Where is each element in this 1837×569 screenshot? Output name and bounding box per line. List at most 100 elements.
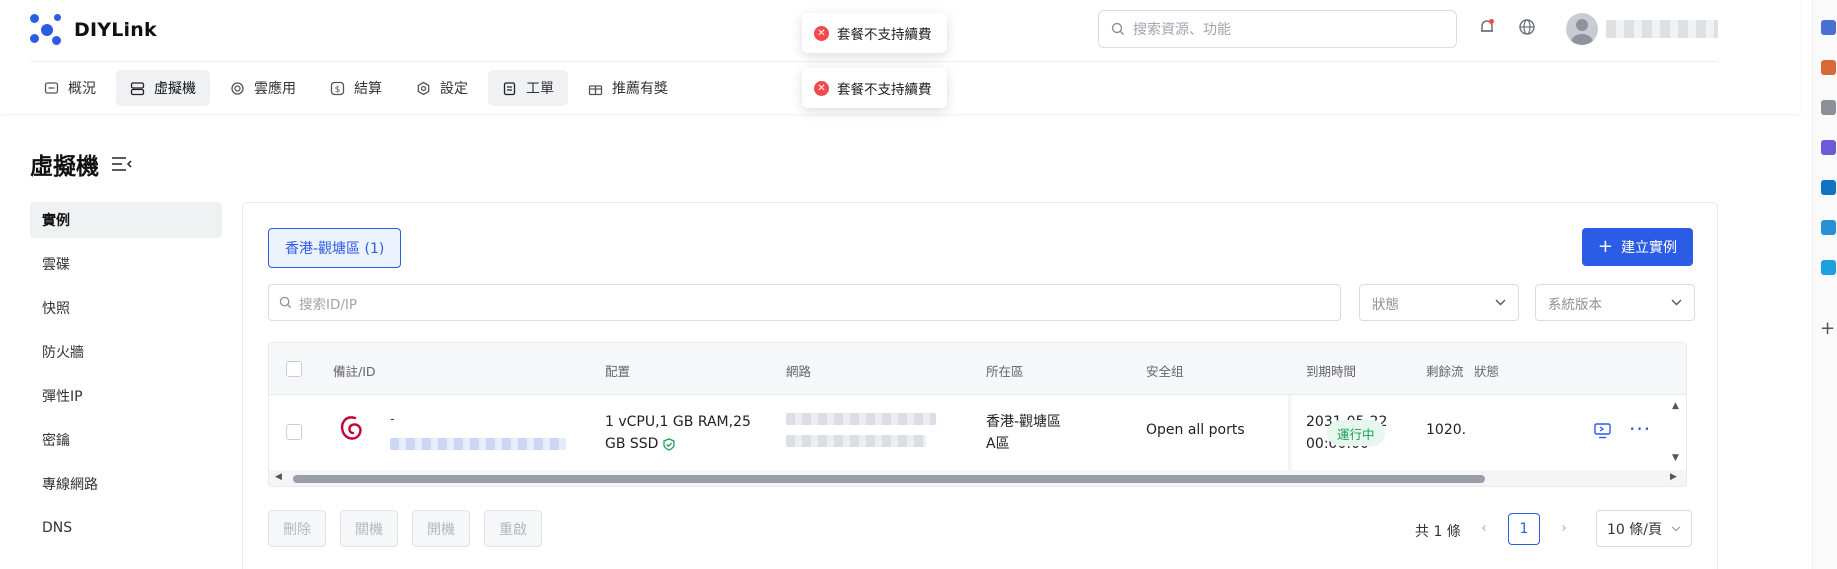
side-item-instances[interactable]: 實例 bbox=[30, 202, 222, 238]
status-badge: 運行中 bbox=[1327, 420, 1385, 446]
bell-icon[interactable] bbox=[1476, 16, 1498, 38]
menu-collapse-icon[interactable] bbox=[111, 155, 133, 173]
side-item-label: 實例 bbox=[42, 213, 70, 229]
copilot-icon[interactable] bbox=[1821, 140, 1836, 155]
logo-icon bbox=[30, 14, 64, 46]
error-toast: ✕ 套餐不支持續費 bbox=[802, 68, 947, 108]
security-group[interactable]: Open all ports bbox=[1146, 422, 1245, 438]
delete-button[interactable]: 刪除 bbox=[268, 510, 326, 547]
main-nav: 概況 虛擬機 雲應用 $ 結算 設定 工單 推薦有獎 bbox=[30, 70, 682, 106]
instance-zone: 香港-觀塘區 A區 bbox=[986, 411, 1061, 455]
column-header: 配置 bbox=[605, 364, 631, 379]
horizontal-scrollbar[interactable]: ◀ ▶ bbox=[269, 470, 1686, 486]
outlook-icon[interactable] bbox=[1821, 180, 1836, 195]
avatar[interactable] bbox=[1566, 13, 1598, 45]
status-select[interactable]: 狀態 bbox=[1359, 284, 1519, 321]
skype-icon[interactable] bbox=[1821, 260, 1836, 275]
instance-search-placeholder: 搜索ID/IP bbox=[299, 296, 358, 313]
username-redacted[interactable] bbox=[1606, 20, 1718, 38]
column-header: 到期時間 bbox=[1306, 364, 1357, 379]
chevron-down-icon bbox=[1671, 299, 1682, 306]
nav-item-overview[interactable]: 概況 bbox=[30, 70, 110, 106]
nav-item-billing[interactable]: $ 結算 bbox=[316, 70, 396, 106]
nav-item-label: 推薦有獎 bbox=[612, 81, 668, 97]
create-instance-button[interactable]: + 建立實例 bbox=[1581, 228, 1693, 266]
column-header: 網路 bbox=[786, 364, 812, 379]
search-icon bbox=[1111, 22, 1124, 35]
briefcase-icon[interactable] bbox=[1821, 60, 1836, 75]
header-divider bbox=[30, 61, 1717, 62]
side-item-label: 防火牆 bbox=[42, 345, 84, 361]
instances-card: 香港-觀塘區 (1) + 建立實例 搜索ID/IP 狀態 系統版本 備註/ID … bbox=[242, 202, 1718, 569]
side-item-private-network[interactable]: 專線網路 bbox=[30, 466, 222, 502]
os-version-select[interactable]: 系統版本 bbox=[1535, 284, 1695, 321]
config-line: GB SSD bbox=[605, 436, 659, 452]
side-item-label: 專線網路 bbox=[42, 477, 98, 493]
shutdown-button[interactable]: 關機 bbox=[340, 510, 398, 547]
search-icon bbox=[279, 296, 292, 309]
scrollbar-thumb[interactable] bbox=[293, 475, 1485, 483]
remote-console-icon[interactable] bbox=[1594, 423, 1611, 439]
scroll-up-arrow-icon[interactable]: ▲ bbox=[1672, 401, 1679, 411]
nav-item-vm[interactable]: 虛擬機 bbox=[116, 70, 210, 106]
side-item-disks[interactable]: 雲碟 bbox=[30, 246, 222, 282]
ticket-icon bbox=[503, 81, 516, 95]
zone-line: 香港-觀塘區 bbox=[986, 414, 1062, 430]
nav-item-label: 設定 bbox=[440, 81, 468, 97]
plus-icon: + bbox=[1597, 236, 1613, 257]
logo[interactable]: DIYLink bbox=[30, 14, 157, 46]
globe-icon[interactable] bbox=[1516, 16, 1538, 38]
region-tab[interactable]: 香港-觀塘區 (1) bbox=[268, 228, 402, 268]
app-name: DIYLink bbox=[74, 19, 157, 41]
side-item-keys[interactable]: 密鑰 bbox=[30, 422, 222, 458]
scroll-down-arrow-icon[interactable]: ▼ bbox=[1672, 453, 1679, 463]
os-version-select-value: 系統版本 bbox=[1548, 296, 1602, 313]
scroll-left-arrow-icon[interactable]: ◀ bbox=[275, 472, 282, 482]
side-item-dns[interactable]: DNS bbox=[30, 510, 222, 546]
global-search-placeholder: 搜索資源、功能 bbox=[1133, 22, 1231, 38]
instance-id-redacted[interactable] bbox=[390, 438, 566, 450]
page-size-value: 10 條/頁 bbox=[1607, 521, 1662, 538]
page-title: 虛擬機 bbox=[30, 147, 133, 181]
side-item-snapshots[interactable]: 快照 bbox=[30, 290, 222, 326]
network-redacted bbox=[786, 413, 936, 447]
error-toast: ✕ 套餐不支持續費 bbox=[802, 13, 947, 53]
instance-config: 1 vCPU,1 GB RAM,25 GB SSD bbox=[605, 411, 751, 455]
column-header: 安全组 bbox=[1146, 364, 1184, 379]
side-item-elastic-ip[interactable]: 彈性IP bbox=[30, 378, 222, 414]
nav-item-cloud-app[interactable]: 雲應用 bbox=[216, 70, 310, 106]
row-checkbox[interactable] bbox=[286, 424, 302, 440]
remaining-traffic: 1020. bbox=[1426, 422, 1467, 438]
column-header: 備註/ID bbox=[333, 364, 376, 379]
people-icon[interactable] bbox=[1821, 100, 1836, 115]
toast-message: 套餐不支持續費 bbox=[837, 27, 932, 43]
nav-item-ticket[interactable]: 工單 bbox=[488, 70, 568, 106]
page-size-select[interactable]: 10 條/頁 bbox=[1596, 510, 1692, 547]
dollar-icon: $ bbox=[330, 81, 345, 95]
side-item-firewall[interactable]: 防火牆 bbox=[30, 334, 222, 370]
nav-item-settings[interactable]: 設定 bbox=[402, 70, 482, 106]
scroll-right-arrow-icon[interactable]: ▶ bbox=[1670, 472, 1677, 482]
add-icon[interactable]: + bbox=[1820, 318, 1835, 339]
start-button[interactable]: 開機 bbox=[412, 510, 470, 547]
dashboard-icon bbox=[44, 81, 59, 94]
nav-item-label: 虛擬機 bbox=[154, 81, 196, 97]
next-page-icon[interactable]: › bbox=[1549, 513, 1579, 543]
select-all-checkbox[interactable] bbox=[286, 361, 302, 377]
global-search-input[interactable]: 搜索資源、功能 bbox=[1098, 10, 1457, 48]
prev-page-icon[interactable]: ‹ bbox=[1469, 513, 1499, 543]
side-item-label: 快照 bbox=[42, 301, 70, 317]
nav-item-referral[interactable]: 推薦有獎 bbox=[574, 70, 682, 106]
restart-button[interactable]: 重啟 bbox=[484, 510, 542, 547]
tag-icon[interactable] bbox=[1821, 20, 1836, 35]
send-icon[interactable] bbox=[1821, 220, 1836, 235]
column-header: 所在區 bbox=[986, 364, 1024, 379]
column-header: 狀態 bbox=[1474, 364, 1500, 379]
side-menu: 實例 雲碟 快照 防火牆 彈性IP 密鑰 專線網路 DNS bbox=[30, 202, 222, 554]
toast-message: 套餐不支持續費 bbox=[837, 82, 932, 98]
table-row[interactable]: - 1 vCPU,1 GB RAM,25 GB SSD 香港-觀塘區 A區 Op… bbox=[269, 395, 1686, 486]
current-page[interactable]: 1 bbox=[1508, 513, 1540, 545]
instance-search-input[interactable]: 搜索ID/IP bbox=[268, 284, 1341, 321]
instances-table: 備註/ID 配置 網路 所在區 安全组 到期時間 剩餘流 狀態 - 1 vCPU… bbox=[268, 342, 1687, 487]
more-actions-icon[interactable]: ··· bbox=[1629, 417, 1651, 441]
